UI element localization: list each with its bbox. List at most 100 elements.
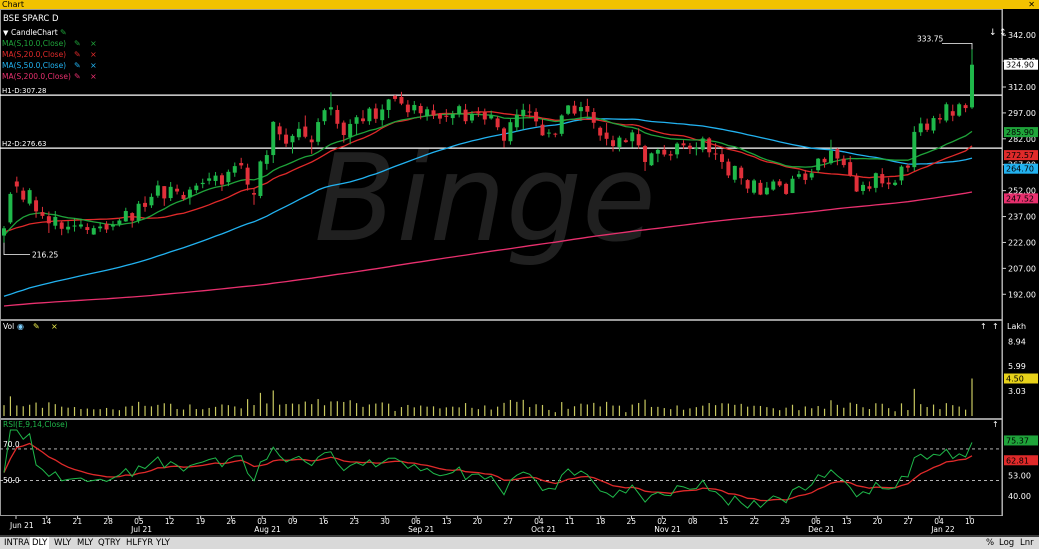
candle[interactable] xyxy=(412,104,417,111)
legend-item[interactable]: MA(S,20.0,Close) xyxy=(2,50,66,59)
pencil-icon[interactable]: ✎ xyxy=(74,61,81,70)
candle[interactable] xyxy=(271,121,276,156)
vol-up-icon[interactable]: ↑ xyxy=(980,322,987,331)
candle[interactable] xyxy=(284,134,289,144)
candle[interactable] xyxy=(822,158,827,163)
legend-item[interactable]: CandleChart xyxy=(11,28,58,37)
candle[interactable] xyxy=(777,181,782,186)
candle[interactable] xyxy=(649,153,654,166)
candle[interactable] xyxy=(200,182,205,185)
candle[interactable] xyxy=(245,167,250,185)
candle[interactable] xyxy=(745,180,750,189)
candle[interactable] xyxy=(937,118,942,120)
candle[interactable] xyxy=(495,118,500,128)
candle[interactable] xyxy=(207,178,212,181)
candle[interactable] xyxy=(14,181,19,187)
candle[interactable] xyxy=(816,158,821,171)
candle[interactable] xyxy=(514,114,519,128)
candle[interactable] xyxy=(707,138,712,153)
vol-up2-icon[interactable]: ↑ xyxy=(992,322,999,331)
percent-toggle[interactable]: % xyxy=(986,537,994,549)
candle[interactable] xyxy=(104,223,109,230)
candle[interactable] xyxy=(482,112,487,120)
candle[interactable] xyxy=(149,196,154,206)
candle[interactable] xyxy=(187,189,192,198)
candle[interactable] xyxy=(46,216,51,224)
candle[interactable] xyxy=(123,211,128,222)
resize-icon[interactable]: ↕ xyxy=(999,28,1007,38)
candle[interactable] xyxy=(534,111,539,122)
candle[interactable] xyxy=(675,143,680,155)
candle[interactable] xyxy=(893,182,898,185)
candle[interactable] xyxy=(764,187,769,195)
candle[interactable] xyxy=(828,150,833,164)
candle[interactable] xyxy=(219,175,224,185)
candle[interactable] xyxy=(53,216,58,226)
candle[interactable] xyxy=(572,105,577,114)
candle[interactable] xyxy=(925,123,930,130)
candle[interactable] xyxy=(559,115,564,134)
legend[interactable]: ▼ CandleChart ✎MA(S,10.0,Close) ✎ ×MA(S,20.0… xyxy=(2,28,97,81)
candle[interactable] xyxy=(264,155,269,164)
candle[interactable] xyxy=(726,161,731,176)
candle[interactable] xyxy=(790,178,795,194)
candle[interactable] xyxy=(944,104,949,121)
candle[interactable] xyxy=(380,109,385,121)
candle[interactable] xyxy=(963,105,968,109)
candle[interactable] xyxy=(527,111,532,113)
candle[interactable] xyxy=(957,104,962,116)
candle[interactable] xyxy=(34,200,39,212)
candle[interactable] xyxy=(72,225,77,227)
candle[interactable] xyxy=(316,122,321,142)
candle[interactable] xyxy=(361,118,365,122)
candle[interactable] xyxy=(303,126,308,137)
candle[interactable] xyxy=(546,132,551,134)
tab-intra[interactable]: INTRA xyxy=(2,537,31,549)
candle[interactable] xyxy=(181,194,186,199)
candle[interactable] xyxy=(354,117,359,124)
candle[interactable] xyxy=(591,112,596,123)
candle[interactable] xyxy=(252,193,257,195)
candle[interactable] xyxy=(213,175,218,181)
rsi-up-icon[interactable]: ↑ xyxy=(992,420,999,429)
candle[interactable] xyxy=(880,174,885,184)
candle[interactable] xyxy=(98,226,103,229)
candle[interactable] xyxy=(867,186,872,189)
remove-x-icon[interactable]: × xyxy=(90,50,97,59)
candle[interactable] xyxy=(521,109,526,117)
candle[interactable] xyxy=(232,166,237,173)
candle[interactable] xyxy=(335,109,340,124)
candle[interactable] xyxy=(611,140,615,147)
candle[interactable] xyxy=(617,137,622,147)
pencil-icon[interactable]: ✎ xyxy=(74,39,81,48)
candle[interactable] xyxy=(886,182,891,185)
candle[interactable] xyxy=(290,135,295,143)
candle[interactable] xyxy=(437,113,442,119)
candle[interactable] xyxy=(155,185,160,196)
candle[interactable] xyxy=(668,154,673,156)
candle[interactable] xyxy=(848,162,853,176)
close-icon[interactable]: ✕ xyxy=(1028,0,1035,9)
candle[interactable] xyxy=(732,165,737,180)
candle[interactable] xyxy=(373,108,378,119)
candle[interactable] xyxy=(136,203,141,221)
candle[interactable] xyxy=(636,134,641,146)
log-toggle[interactable]: Log xyxy=(999,537,1014,549)
candle[interactable] xyxy=(239,163,244,166)
candle[interactable] xyxy=(681,143,686,146)
candle[interactable] xyxy=(143,202,148,207)
remove-x-icon[interactable]: × xyxy=(90,39,97,48)
candle[interactable] xyxy=(168,186,173,199)
candle[interactable] xyxy=(508,122,513,142)
candle[interactable] xyxy=(739,167,744,179)
chart-canvas[interactable]: Binge H1-D:307.28 H2-D:276.63 333.75 216.2… xyxy=(0,9,1039,537)
candle[interactable] xyxy=(27,190,32,204)
legend-item[interactable]: MA(S,50.0,Close) xyxy=(2,61,66,70)
candle[interactable] xyxy=(970,64,974,108)
candle[interactable] xyxy=(899,166,904,181)
candle[interactable] xyxy=(405,104,410,113)
close-x-icon[interactable]: × xyxy=(51,322,58,331)
candle[interactable] xyxy=(566,105,571,114)
candle[interactable] xyxy=(110,225,115,227)
candle[interactable] xyxy=(854,175,859,192)
